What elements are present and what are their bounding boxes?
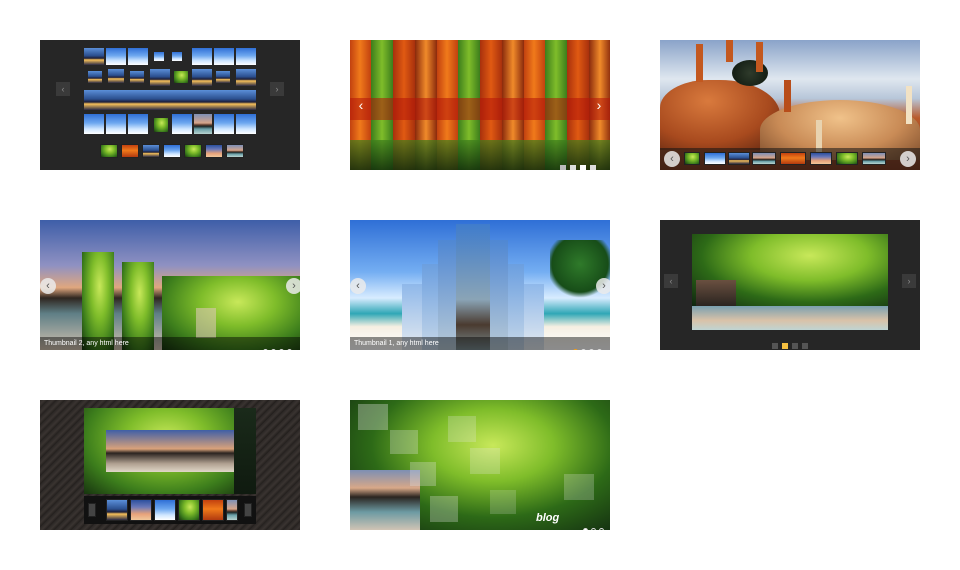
slider-demo-2[interactable]: ‹ › — [350, 40, 610, 170]
thumbnail[interactable] — [226, 499, 238, 521]
slider-demo-3[interactable]: ‹ › — [660, 40, 920, 170]
slider-demo-1[interactable]: ‹ › — [40, 40, 300, 170]
thumbnail-strip — [84, 496, 256, 524]
thumbnail[interactable] — [100, 144, 118, 158]
thumbnail[interactable] — [106, 499, 128, 521]
bullet[interactable] — [590, 165, 596, 170]
caption-text: Thumbnail 2, any html here — [44, 340, 129, 347]
next-arrow[interactable]: › — [270, 82, 284, 96]
bullet-navigation — [560, 158, 596, 170]
bullet-navigation — [580, 520, 604, 530]
bullet[interactable] — [772, 343, 778, 349]
mosaic-slide — [84, 48, 256, 134]
bullet[interactable] — [271, 349, 276, 350]
next-arrow[interactable]: › — [900, 151, 916, 167]
bullet[interactable] — [782, 343, 788, 349]
next-arrow[interactable]: › — [596, 278, 610, 294]
prev-arrow[interactable]: ‹ — [664, 274, 678, 288]
bullet[interactable] — [599, 528, 604, 530]
thumbnail[interactable] — [226, 144, 244, 158]
bullet-navigation — [570, 341, 602, 350]
bullet[interactable] — [792, 343, 798, 349]
thumbnail[interactable] — [862, 152, 886, 165]
next-arrow[interactable]: › — [286, 278, 300, 294]
thumbnail[interactable] — [154, 499, 176, 521]
thumbnail[interactable] — [142, 144, 160, 158]
bullet[interactable] — [580, 165, 586, 170]
thumbnail[interactable] — [121, 144, 139, 158]
bullet-navigation — [260, 341, 292, 350]
thumbnail[interactable] — [810, 152, 832, 165]
prev-arrow[interactable]: ‹ — [354, 98, 368, 112]
thumbnail[interactable] — [184, 144, 202, 158]
thumbnail[interactable] — [130, 499, 152, 521]
slider-demo-8[interactable]: blog — [350, 400, 610, 530]
prev-arrow[interactable]: ‹ — [664, 151, 680, 167]
thumbnail[interactable] — [163, 144, 181, 158]
next-arrow[interactable] — [244, 503, 252, 517]
bullet[interactable] — [581, 349, 586, 350]
caption-text: Thumbnail 1, any html here — [354, 340, 439, 347]
bullet-navigation — [772, 336, 808, 350]
thumbnail[interactable] — [202, 499, 224, 521]
prev-arrow[interactable] — [88, 503, 96, 517]
bullet[interactable] — [583, 528, 588, 530]
site-logo: blog — [536, 512, 559, 524]
slider-demo-6[interactable]: ‹ › — [660, 220, 920, 350]
thumbnail[interactable] — [178, 499, 200, 521]
bullet[interactable] — [591, 528, 596, 530]
thumbnail[interactable] — [205, 144, 223, 158]
thumbnail[interactable] — [836, 152, 858, 165]
prev-arrow[interactable]: ‹ — [56, 82, 70, 96]
thumbnail[interactable] — [684, 152, 700, 165]
thumbnail[interactable] — [752, 152, 776, 165]
bullet[interactable] — [570, 165, 576, 170]
next-arrow[interactable]: › — [902, 274, 916, 288]
slider-demo-7[interactable] — [40, 400, 300, 530]
bullet[interactable] — [597, 349, 602, 350]
bullet[interactable] — [287, 349, 292, 350]
logo-text: blog — [536, 512, 560, 524]
prev-arrow[interactable]: ‹ — [350, 278, 366, 294]
bullet[interactable] — [589, 349, 594, 350]
slider-demo-5[interactable]: ‹ › Thumbnail 1, any html here — [350, 220, 610, 350]
bullet[interactable] — [263, 349, 268, 350]
slider-demo-4[interactable]: ‹ › Thumbnail 2, any html here — [40, 220, 300, 350]
bullet[interactable] — [802, 343, 808, 349]
bullet[interactable] — [279, 349, 284, 350]
bullet[interactable] — [573, 349, 578, 350]
thumbnail[interactable] — [780, 152, 806, 165]
thumbnail[interactable] — [704, 152, 726, 165]
thumbnail-bar: ‹ › — [660, 148, 920, 170]
thumbnail[interactable] — [728, 152, 750, 165]
next-arrow[interactable]: › — [592, 98, 606, 112]
bullet[interactable] — [560, 165, 566, 170]
prev-arrow[interactable]: ‹ — [40, 278, 56, 294]
